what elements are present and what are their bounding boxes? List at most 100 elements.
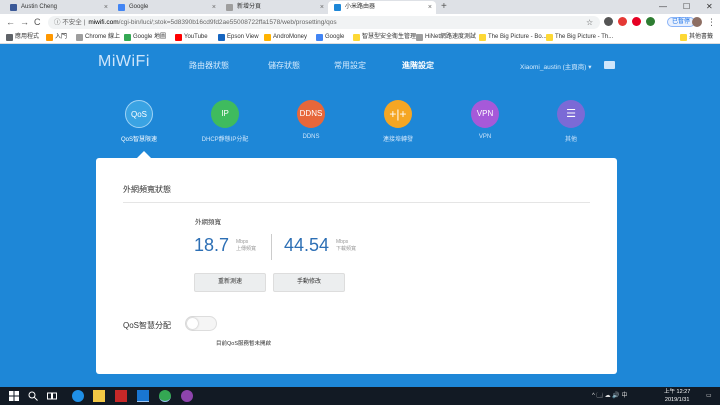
url-bar[interactable]: ⓘ 不安全 | miwifi.com/cgi-bin/luci/;stok=5d8… bbox=[48, 16, 600, 29]
bookmark-item[interactable]: The Big Picture - Bo... bbox=[479, 31, 547, 44]
back-button[interactable]: ← bbox=[6, 16, 15, 29]
close-window-button[interactable]: ✕ bbox=[706, 0, 713, 14]
feature-port-forward[interactable]: +|+ 連接埠轉發 bbox=[358, 100, 438, 143]
close-icon[interactable]: × bbox=[212, 1, 216, 14]
nav-storage-status[interactable]: 儲存狀態 bbox=[268, 60, 300, 71]
task-view-icon[interactable] bbox=[46, 390, 58, 402]
bookmark-item[interactable]: AndroMoney bbox=[264, 31, 307, 44]
folder-icon bbox=[680, 34, 687, 41]
url-host: miwifi.com bbox=[88, 19, 119, 26]
profile-paused-badge[interactable]: 已暫停 bbox=[667, 17, 696, 27]
facebook-icon bbox=[10, 4, 17, 11]
app-red-icon[interactable] bbox=[115, 390, 127, 402]
tab-title: Austin Cheng bbox=[21, 4, 58, 10]
download-caption: 下載頻寬 bbox=[336, 246, 357, 252]
menu-icon[interactable]: ⋮ bbox=[707, 16, 716, 28]
bookmark-label: Google 地圖 bbox=[133, 34, 167, 40]
qos-status-text: 目前QoS服務暫未開啟 bbox=[216, 341, 272, 347]
user-menu[interactable]: Xiaomi_austin (主頁商) ▾ bbox=[520, 61, 592, 71]
divider bbox=[271, 234, 272, 260]
download-unit: Mbps bbox=[336, 239, 349, 245]
qos-icon: QoS bbox=[125, 100, 153, 128]
retest-speed-button[interactable]: 重新測速 bbox=[194, 273, 266, 292]
folder-icon bbox=[479, 34, 486, 41]
mail-icon[interactable] bbox=[604, 61, 615, 69]
bookmark-item[interactable]: Google 地圖 bbox=[124, 31, 166, 44]
maximize-button[interactable]: ☐ bbox=[683, 0, 690, 14]
clock[interactable]: 上午 12:27 2019/1/31 bbox=[664, 388, 690, 404]
qos-toggle[interactable] bbox=[185, 316, 217, 331]
reload-button[interactable]: C bbox=[34, 16, 41, 29]
feature-qos[interactable]: QoS QoS智慧限速 bbox=[99, 100, 179, 143]
url-path: /cgi-bin/luci/;stok=5d8390b16cd9fd2ae550… bbox=[118, 19, 337, 26]
other-bookmarks[interactable]: 其他書籤 bbox=[680, 31, 713, 44]
feature-vpn[interactable]: VPN VPN bbox=[445, 100, 525, 140]
ip-icon: IP bbox=[211, 100, 239, 128]
feature-dhcp[interactable]: IP DHCP靜態IP分配 bbox=[185, 100, 265, 143]
tab-new-tab[interactable]: 新增分頁 × bbox=[220, 1, 328, 14]
tab-router[interactable]: 小米路由器 × bbox=[328, 1, 436, 14]
bookmark-item[interactable]: 智慧型安全衛生管理... bbox=[353, 31, 421, 44]
miwifi-logo[interactable]: MiWiFi bbox=[98, 53, 150, 71]
page-icon bbox=[226, 4, 233, 11]
nav-advanced-settings[interactable]: 進階設定 bbox=[402, 60, 434, 71]
chrome-icon[interactable] bbox=[159, 390, 171, 402]
active-feature-pointer bbox=[137, 151, 151, 158]
avatar[interactable] bbox=[692, 17, 702, 27]
upload-value: 18.7 bbox=[194, 235, 230, 255]
explorer-icon[interactable] bbox=[93, 390, 105, 402]
bookmark-item[interactable]: Chrome 線上 bbox=[76, 31, 120, 44]
bookmark-label: The Big Picture - Th... bbox=[555, 34, 614, 40]
extension-icon[interactable] bbox=[646, 17, 655, 26]
bookmark-label: 應用程式 bbox=[15, 34, 40, 40]
feature-label: DHCP靜態IP分配 bbox=[201, 137, 249, 143]
tab-title: Google bbox=[129, 4, 149, 10]
upload-caption: 上傳頻寬 bbox=[236, 246, 257, 252]
pinterest-icon[interactable] bbox=[632, 17, 641, 26]
tab-austin-cheng[interactable]: Austin Cheng × bbox=[4, 1, 112, 14]
nav-router-status[interactable]: 路由器狀態 bbox=[189, 60, 229, 71]
close-icon[interactable]: × bbox=[104, 1, 108, 14]
feature-other[interactable]: ☰ 其他 bbox=[531, 100, 611, 143]
page-icon bbox=[416, 34, 423, 41]
bookmark-item[interactable]: The Big Picture - Th... bbox=[546, 31, 613, 44]
windows-icon[interactable] bbox=[8, 390, 20, 402]
notifications-icon[interactable]: ▭ bbox=[706, 390, 712, 402]
bookmark-item[interactable]: 入門 bbox=[46, 31, 67, 44]
clock-time: 上午 12:27 bbox=[664, 389, 691, 395]
extension-icon[interactable] bbox=[604, 17, 613, 26]
new-tab-button[interactable]: + bbox=[441, 0, 447, 14]
youtube-icon bbox=[175, 34, 182, 41]
bookmark-label: HiNet網路速度測試 bbox=[425, 34, 477, 40]
feature-label: DDNS bbox=[302, 134, 320, 140]
app-purple-icon[interactable] bbox=[181, 390, 193, 402]
search-icon[interactable] bbox=[27, 390, 39, 402]
close-icon[interactable]: × bbox=[320, 1, 324, 14]
bandwidth-label: 外網頻寬 bbox=[195, 219, 221, 226]
feature-ddns[interactable]: DDNS DDNS bbox=[271, 100, 351, 140]
close-icon[interactable]: × bbox=[428, 1, 432, 14]
bookmark-star-icon[interactable]: ☆ bbox=[586, 16, 593, 29]
maps-icon bbox=[124, 34, 131, 41]
bookmark-item[interactable]: Google bbox=[316, 31, 344, 44]
minimize-button[interactable]: — bbox=[659, 0, 667, 14]
bookmark-item[interactable]: HiNet網路速度測試 bbox=[416, 31, 476, 44]
app-blue-icon[interactable] bbox=[137, 390, 149, 402]
bookmark-item[interactable]: YouTube bbox=[175, 31, 208, 44]
nav-common-settings[interactable]: 常用設定 bbox=[334, 60, 366, 71]
bookmark-item[interactable]: 應用程式 bbox=[6, 31, 39, 44]
manual-edit-button[interactable]: 手動修改 bbox=[273, 273, 345, 292]
toggle-knob bbox=[187, 318, 198, 329]
insecure-indicator[interactable]: ⓘ 不安全 | bbox=[54, 19, 85, 26]
tab-google[interactable]: Google × bbox=[112, 1, 220, 14]
bookmark-item[interactable]: Epson View bbox=[218, 31, 259, 44]
bookmark-icon bbox=[76, 34, 83, 41]
forward-button[interactable]: → bbox=[20, 16, 29, 29]
upload-unit-block: Mbps 上傳頻寬 bbox=[236, 239, 256, 253]
edge-icon[interactable] bbox=[72, 390, 84, 402]
extension-icon[interactable] bbox=[618, 17, 627, 26]
bookmark-label: AndroMoney bbox=[273, 34, 308, 40]
system-tray[interactable]: ^ 🗔 ☁ 🔊 中 bbox=[592, 390, 627, 402]
download-unit-block: Mbps 下載頻寬 bbox=[336, 239, 356, 253]
address-bar-row: ← → C ⓘ 不安全 | miwifi.com/cgi-bin/luci/;st… bbox=[0, 14, 720, 31]
